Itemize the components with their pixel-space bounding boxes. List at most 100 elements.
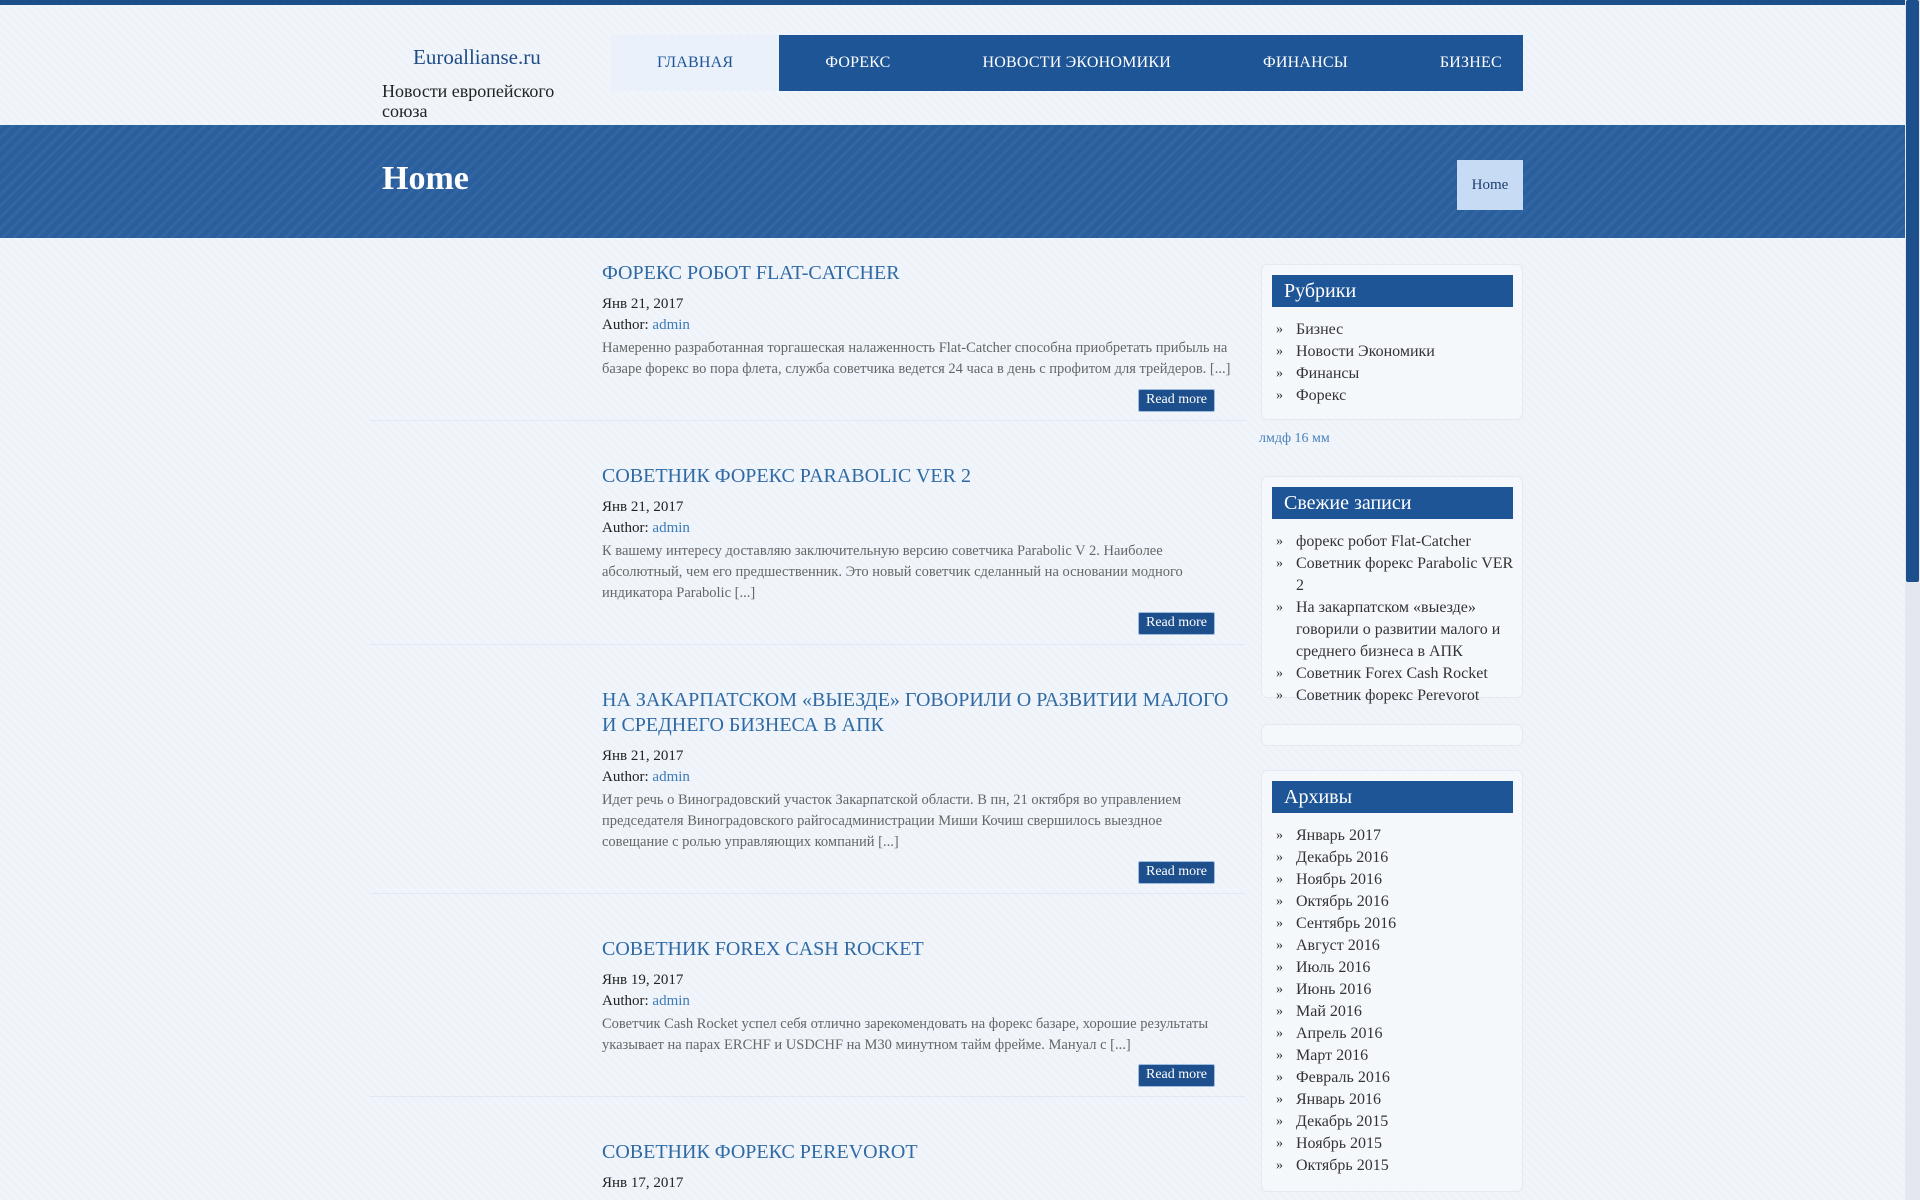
- list-item[interactable]: » Август 2016: [1276, 935, 1516, 957]
- post-title[interactable]: форекс робот Flat-Catcher: [602, 261, 1242, 286]
- read-more-button[interactable]: Read more: [1138, 1064, 1215, 1087]
- post-excerpt: Идет речь о Виноградовский участок Закар…: [602, 792, 1181, 850]
- nav-item-forex[interactable]: Форекс: [779, 35, 936, 91]
- double-chevron-right-icon: »: [1276, 1136, 1283, 1151]
- list-item-label: Февраль 2016: [1296, 1069, 1390, 1086]
- double-chevron-right-icon: »: [1276, 1048, 1283, 1063]
- list-item-label: На закарпатском «выезде» говорили о разв…: [1296, 599, 1501, 660]
- list-item[interactable]: » Сентябрь 2016: [1276, 913, 1516, 935]
- double-chevron-right-icon: »: [1276, 938, 1283, 953]
- list-item-label: Бизнес: [1296, 321, 1344, 338]
- main-nav: Главная Форекс Новости Экономики Финансы…: [611, 35, 1523, 91]
- list-item[interactable]: » Июнь 2016: [1276, 979, 1516, 1001]
- widget-title: Рубрики: [1272, 275, 1513, 307]
- list-item-label: Январь 2017: [1296, 827, 1381, 844]
- nav-item-economy-news[interactable]: Новости Экономики: [937, 35, 1217, 91]
- post-excerpt: К вашему интересу доставляю заключительн…: [602, 543, 1183, 601]
- list-item[interactable]: » Декабрь 2016: [1276, 847, 1516, 869]
- post-date: Янв 21, 2017: [602, 296, 684, 312]
- page-scrollbar[interactable]: [1905, 0, 1920, 1200]
- list-item-label: Ноябрь 2015: [1296, 1135, 1383, 1152]
- list-item[interactable]: » Декабрь 2015: [1276, 1111, 1516, 1133]
- list-item[interactable]: » Ноябрь 2016: [1276, 869, 1516, 891]
- post-date: Янв 21, 2017: [602, 748, 684, 764]
- post-title[interactable]: Советник Forex Cash Rocket: [602, 937, 1242, 962]
- list-item-label: Июнь 2016: [1296, 981, 1372, 998]
- widget-archives: Архивы » Январь 2017 » Декабрь 2016 » Ноябр…: [1261, 770, 1523, 1192]
- list-item[interactable]: » Январь 2016: [1276, 1089, 1516, 1111]
- double-chevron-right-icon: »: [1276, 344, 1283, 359]
- list-item-label: Сентябрь 2016: [1296, 915, 1397, 932]
- post-author-link[interactable]: admin: [652, 520, 690, 536]
- list-item[interactable]: » Бизнес: [1276, 319, 1516, 341]
- list-item-label: Советник Forex Cash Rocket: [1296, 665, 1488, 682]
- list-item[interactable]: » Январь 2017: [1276, 825, 1516, 847]
- list-item[interactable]: » Ноябрь 2015: [1276, 1133, 1516, 1155]
- list-item[interactable]: » Июль 2016: [1276, 957, 1516, 979]
- breadcrumb-home[interactable]: Home: [1457, 160, 1523, 210]
- categories-list: » Бизнес » Новости Экономики » Финансы » Фор…: [1276, 319, 1516, 407]
- read-more-button[interactable]: Read more: [1138, 389, 1215, 412]
- double-chevron-right-icon: »: [1276, 1092, 1283, 1107]
- double-chevron-right-icon: »: [1276, 872, 1283, 887]
- list-item[interactable]: » Февраль 2016: [1276, 1067, 1516, 1089]
- list-item-label: Август 2016: [1296, 937, 1380, 954]
- post-author-link[interactable]: admin: [652, 993, 690, 1009]
- post-excerpt: Советчик Cash Rocket успел себя отлично …: [602, 1016, 1209, 1053]
- list-item[interactable]: » Новости Экономики: [1276, 341, 1516, 363]
- list-item[interactable]: » Октябрь 2015: [1276, 1155, 1516, 1177]
- post-author-link[interactable]: admin: [652, 317, 690, 333]
- double-chevron-right-icon: »: [1276, 916, 1283, 931]
- list-item[interactable]: » форекс робот Flat-Catcher: [1276, 531, 1516, 553]
- post-title[interactable]: На закарпатском «выезде» говорили о разв…: [602, 688, 1242, 738]
- post-title[interactable]: Советник форекс Perevorot: [602, 1140, 1242, 1165]
- post-author-label: Author:: [602, 317, 649, 333]
- sidebar-text-link[interactable]: лмдф 16 мм: [1259, 431, 1330, 447]
- post-date: Янв 21, 2017: [602, 499, 684, 515]
- double-chevron-right-icon: »: [1276, 1114, 1283, 1129]
- list-item-label: Советник форекс Parabolic VER 2: [1296, 555, 1514, 594]
- list-item[interactable]: » Советник форекс Parabolic VER 2: [1276, 553, 1516, 597]
- list-item[interactable]: » Апрель 2016: [1276, 1023, 1516, 1045]
- read-more-button[interactable]: Read more: [1138, 612, 1215, 635]
- site-tagline: Новости европейского союза: [382, 81, 555, 121]
- list-item[interactable]: » Советник Forex Cash Rocket: [1276, 663, 1516, 685]
- list-item[interactable]: » Советник форекс Perevorot: [1276, 685, 1516, 707]
- double-chevron-right-icon: »: [1276, 366, 1283, 381]
- list-item[interactable]: » Форекс: [1276, 385, 1516, 407]
- list-item-label: форекс робот Flat-Catcher: [1296, 533, 1471, 550]
- post-title[interactable]: Советник форекс Parabolic VER 2: [602, 464, 1242, 489]
- post-item: Советник Forex Cash Rocket Янв 19, 2017 …: [370, 934, 1245, 1097]
- nav-item-home[interactable]: Главная: [611, 35, 780, 91]
- recent-posts-list: » форекс робот Flat-Catcher » Советник фор…: [1276, 531, 1516, 707]
- list-item-label: Октябрь 2015: [1296, 1157, 1389, 1174]
- post-author: Author: admin: [602, 520, 690, 537]
- list-item[interactable]: » Финансы: [1276, 363, 1516, 385]
- double-chevron-right-icon: »: [1276, 688, 1283, 703]
- scrollbar-thumb[interactable]: [1906, 0, 1919, 582]
- list-item[interactable]: » Октябрь 2016: [1276, 891, 1516, 913]
- post-excerpt: Намеренно разработанная торгашеская нала…: [602, 340, 1231, 377]
- archives-list: » Январь 2017 » Декабрь 2016 » Ноябрь 2016 …: [1276, 825, 1516, 1177]
- widget-title: Архивы: [1272, 781, 1513, 813]
- double-chevron-right-icon: »: [1276, 534, 1283, 549]
- double-chevron-right-icon: »: [1276, 322, 1283, 337]
- nav-item-finance[interactable]: Финансы: [1217, 35, 1394, 91]
- post-author-link[interactable]: admin: [652, 769, 690, 785]
- list-item-label: Ноябрь 2016: [1296, 871, 1383, 888]
- widget-title: Свежие записи: [1272, 487, 1513, 519]
- post-author-label: Author:: [602, 769, 649, 785]
- list-item[interactable]: » Май 2016: [1276, 1001, 1516, 1023]
- nav-item-business[interactable]: Бизнес: [1394, 35, 1548, 91]
- double-chevron-right-icon: »: [1276, 666, 1283, 681]
- list-item[interactable]: » Март 2016: [1276, 1045, 1516, 1067]
- site-title[interactable]: Euroallianse.ru: [413, 45, 541, 70]
- post-item: На закарпатском «выезде» говорили о разв…: [370, 685, 1245, 894]
- read-more-button[interactable]: Read more: [1138, 861, 1215, 884]
- widget-recent-posts: Свежие записи » форекс робот Flat-Catcher…: [1261, 476, 1523, 704]
- list-item-label: Март 2016: [1296, 1047, 1369, 1064]
- double-chevron-right-icon: »: [1276, 388, 1283, 403]
- double-chevron-right-icon: »: [1276, 982, 1283, 997]
- post-item: Советник форекс Parabolic VER 2 Янв 21, …: [370, 461, 1245, 645]
- list-item[interactable]: » На закарпатском «выезде» говорили о раз…: [1276, 597, 1516, 663]
